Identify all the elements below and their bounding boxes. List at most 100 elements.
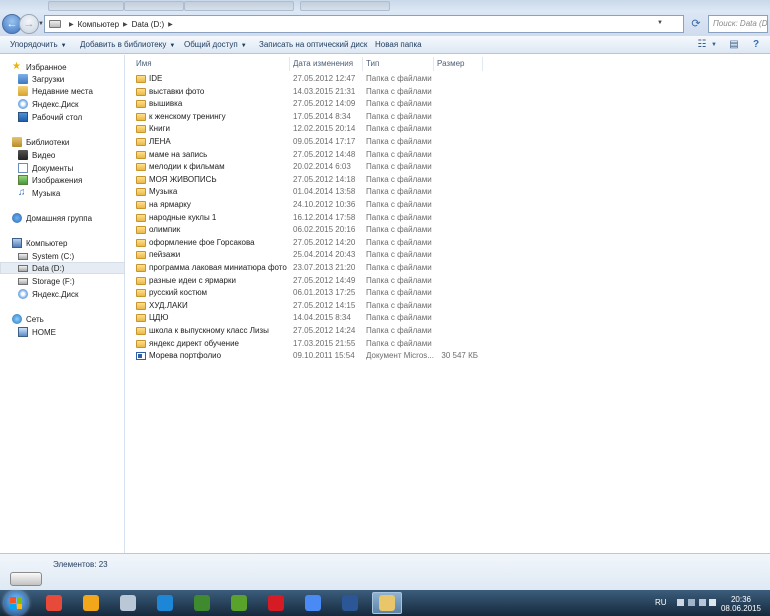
nav-yandex-disk[interactable]: Яндекс.Диск — [0, 98, 125, 110]
file-row[interactable]: маме на запись 27.05.2012 14:48 Папка с фа… — [134, 149, 764, 161]
taskbar-app-button[interactable] — [39, 592, 69, 614]
file-row[interactable]: Музыка 01.04.2014 13:58 Папка с файлами — [134, 186, 764, 198]
search-input[interactable]: Поиск: Data (D:) — [708, 15, 768, 33]
column-header-date[interactable]: Дата изменения — [293, 57, 353, 71]
background-window-tab[interactable] — [48, 1, 124, 11]
nav-libraries[interactable]: Библиотеки — [0, 136, 125, 148]
file-row[interactable]: ЛЕНА 09.05.2014 17:17 Папка с файлами — [134, 136, 764, 148]
taskbar-app-button[interactable] — [372, 592, 402, 614]
taskbar-app-button[interactable] — [298, 592, 328, 614]
language-indicator[interactable]: RU — [655, 598, 667, 607]
file-name: маме на запись — [149, 149, 208, 159]
chevron-down-icon[interactable]: ▼ — [708, 39, 720, 51]
column-header-size[interactable]: Размер — [437, 57, 465, 71]
nav-home[interactable]: HOME — [0, 326, 125, 338]
taskbar-app-button[interactable] — [187, 592, 217, 614]
share-button[interactable]: Общий доступ ▼ — [184, 39, 247, 51]
forward-button[interactable]: → — [19, 14, 39, 34]
organize-button[interactable]: Упорядочить ▼ — [10, 39, 67, 51]
file-row[interactable]: олимпик 06.02.2015 20:16 Папка с файлами — [134, 224, 764, 236]
file-row[interactable]: оформление фое Горсакова 27.05.2012 14:20… — [134, 237, 764, 249]
nav-computer[interactable]: Компьютер — [0, 237, 125, 249]
breadcrumb-computer[interactable]: Компьютер — [78, 20, 119, 29]
background-window-tab[interactable] — [124, 1, 184, 11]
chevron-right-icon[interactable]: ▶ — [123, 21, 128, 28]
file-row[interactable]: Морева портфолио 09.10.2011 15:54 Документ… — [134, 350, 764, 362]
start-button[interactable] — [4, 591, 28, 615]
file-row[interactable]: школа к выпускному класс Лизы 27.05.2012 … — [134, 325, 764, 337]
word-document-icon — [136, 352, 146, 361]
tray-volume-icon[interactable] — [709, 599, 716, 606]
column-divider[interactable] — [433, 57, 434, 71]
taskbar-app-button[interactable] — [113, 592, 143, 614]
column-header-name[interactable]: Имя — [136, 57, 152, 71]
tray-flag-icon[interactable] — [677, 599, 684, 606]
nav-desktop[interactable]: Рабочий стол — [0, 111, 125, 123]
nav-video[interactable]: Видео — [0, 149, 125, 161]
file-row[interactable]: Книги 12.02.2015 20:14 Папка с файлами — [134, 123, 764, 135]
file-name: ЦДЮ — [149, 313, 169, 323]
column-divider[interactable] — [482, 57, 483, 71]
file-row[interactable]: вышивка 27.05.2012 14:09 Папка с файлами — [134, 98, 764, 110]
file-row[interactable]: яндекс директ обучение 17.03.2015 21:55 Па… — [134, 338, 764, 350]
nav-images[interactable]: Изображения — [0, 174, 125, 186]
file-row[interactable]: выставки фото 14.03.2015 21:31 Папка с фай… — [134, 86, 764, 98]
breadcrumb-data-drive[interactable]: Data (D:) — [132, 20, 164, 29]
folder-icon — [136, 314, 146, 323]
tray-battery-icon[interactable] — [699, 599, 706, 606]
taskbar-app-button[interactable] — [261, 592, 291, 614]
nav-favorites[interactable]: ★ Избранное — [0, 61, 125, 73]
nav-music[interactable]: ♫ Музыка — [0, 187, 125, 199]
taskbar-app-button[interactable] — [224, 592, 254, 614]
taskbar-app-button[interactable] — [335, 592, 365, 614]
new-folder-button[interactable]: Новая папка — [375, 39, 422, 51]
file-row[interactable]: народные куклы 1 16.12.2014 17:58 Папка с … — [134, 212, 764, 224]
file-row[interactable]: IDE 27.05.2012 12:47 Папка с файлами — [134, 73, 764, 85]
file-row[interactable]: МОЯ ЖИВОПИСЬ 27.05.2012 14:18 Папка с файл… — [134, 174, 764, 186]
file-row[interactable]: программа лаковая миниатюра фото 23.07.20… — [134, 262, 764, 274]
column-divider[interactable] — [362, 57, 363, 71]
taskbar-app-button[interactable] — [150, 592, 180, 614]
chevron-right-icon[interactable]: ▶ — [69, 21, 74, 28]
column-divider[interactable] — [289, 57, 290, 71]
file-date: 01.04.2014 13:58 — [293, 187, 356, 197]
nav-network[interactable]: Сеть — [0, 313, 125, 325]
address-dropdown-icon[interactable]: ▼ — [657, 20, 663, 26]
clock[interactable]: 20:36 08.06.2015 — [718, 595, 764, 613]
nav-recent[interactable]: Недавние места — [0, 85, 125, 97]
taskbar-app-button[interactable] — [76, 592, 106, 614]
chevron-right-icon[interactable]: ▶ — [168, 21, 173, 28]
background-window-tab[interactable] — [300, 1, 390, 11]
nav-homegroup[interactable]: Домашняя группа — [0, 212, 125, 224]
nav-downloads[interactable]: Загрузки — [0, 73, 125, 85]
background-window-tab[interactable] — [184, 1, 294, 11]
yandex-disk-icon — [18, 99, 28, 109]
file-row[interactable]: ЦДЮ 14.04.2015 8:34 Папка с файлами — [134, 312, 764, 324]
refresh-icon[interactable]: ⟳ — [688, 16, 704, 32]
file-row[interactable]: ХУД.ЛАКИ 27.05.2012 14:15 Папка с файлами — [134, 300, 764, 312]
tray-network-icon[interactable] — [688, 599, 695, 606]
add-to-library-button[interactable]: Добавить в библиотеку ▼ — [80, 39, 175, 51]
file-row[interactable]: русский костюм 06.01.2013 17:25 Папка с фа… — [134, 287, 764, 299]
address-bar[interactable]: ▶ Компьютер ▶ Data (D:) ▶ ▼ — [44, 15, 684, 33]
file-row[interactable]: пейзажи 25.04.2014 20:43 Папка с файлами — [134, 249, 764, 261]
nav-label: HOME — [32, 327, 56, 337]
nav-system-drive[interactable]: System (C:) — [0, 250, 125, 262]
file-name: разные идеи с ярмарки — [149, 275, 236, 285]
nav-documents[interactable]: Документы — [0, 162, 125, 174]
preview-pane-icon[interactable]: ▤ — [728, 39, 740, 51]
nav-storage-drive[interactable]: Storage (F:) — [0, 275, 125, 287]
folder-icon — [136, 226, 146, 235]
file-row[interactable]: на ярмарку 24.10.2012 10:36 Папка с файлам… — [134, 199, 764, 211]
nav-label: Избранное — [26, 62, 67, 72]
file-row[interactable]: разные идеи с ярмарки 27.05.2012 14:49 Пап… — [134, 275, 764, 287]
nav-yandex-disk-2[interactable]: Яндекс.Диск — [0, 288, 125, 300]
file-row[interactable]: к женскому тренингу 17.05.2014 8:34 Папка … — [134, 111, 764, 123]
help-icon[interactable]: ? — [750, 39, 762, 51]
column-header-type[interactable]: Тип — [366, 57, 379, 71]
file-row[interactable]: мелодии к фильмам 20.02.2014 6:03 Папка с … — [134, 161, 764, 173]
view-options-icon[interactable]: ☷ — [696, 39, 708, 51]
file-name: ЛЕНА — [149, 137, 171, 146]
nav-data-drive[interactable]: Data (D:) — [0, 262, 125, 274]
burn-button[interactable]: Записать на оптический диск — [259, 39, 367, 51]
